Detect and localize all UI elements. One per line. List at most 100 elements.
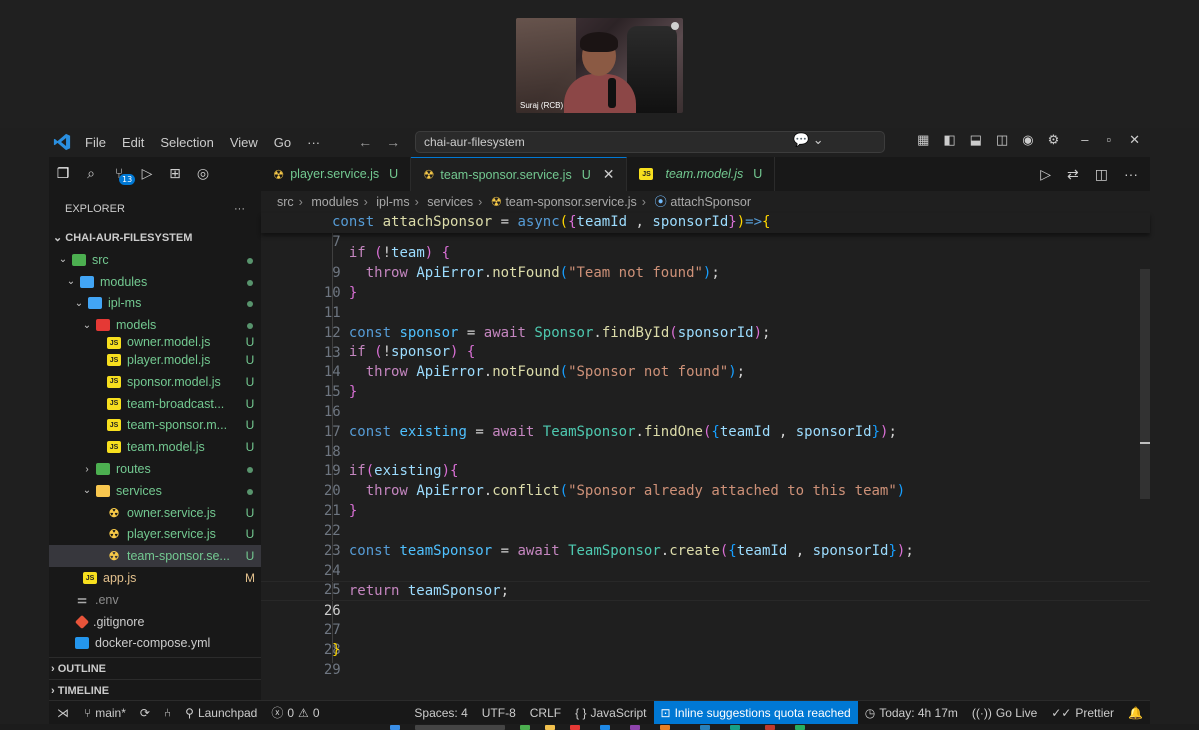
menu-edit[interactable]: Edit: [122, 135, 144, 150]
branch-indicator[interactable]: ⑂ main*: [77, 701, 133, 725]
breadcrumb-item[interactable]: ipl-ms: [376, 195, 409, 209]
taskbar-app-icon[interactable]: [795, 725, 805, 730]
tree-file-env[interactable]: ⚌ .env: [49, 589, 261, 611]
tree-folder-routes[interactable]: › routes: [49, 458, 261, 480]
tree-file-app[interactable]: JS app.js M: [49, 567, 261, 589]
toggle-panel-icon[interactable]: ⬓: [970, 132, 982, 148]
taskbar-app-icon[interactable]: [520, 725, 530, 730]
go-live-button[interactable]: ((·)) Go Live: [965, 701, 1044, 725]
encoding-indicator[interactable]: UTF-8: [475, 701, 523, 725]
menu-view[interactable]: View: [230, 135, 258, 150]
toggle-sidebar-icon[interactable]: ◧: [943, 132, 955, 148]
accounts-icon[interactable]: ◉: [1022, 132, 1033, 148]
code-line: 9 if (!team) {: [261, 244, 1150, 281]
tree-folder-models[interactable]: ⌄ models: [49, 314, 261, 336]
untracked-badge: U: [245, 336, 255, 350]
code-text: }: [348, 384, 358, 400]
tab-label: team-sponsor.service.js: [440, 167, 572, 182]
prettier-button[interactable]: ✓✓ Prettier: [1044, 701, 1121, 725]
launchpad-button[interactable]: ⚲ Launchpad: [178, 701, 264, 725]
remote-indicator-icon[interactable]: ⋊: [49, 701, 77, 725]
explorer-more-actions[interactable]: ···: [234, 191, 245, 227]
git-graph-icon[interactable]: ⑃: [157, 701, 178, 725]
minimize-icon[interactable]: –: [1081, 132, 1088, 148]
code-editor[interactable]: 7 const attachSponsor = async({teamId , …: [261, 213, 1150, 700]
taskbar-app-icon[interactable]: [765, 725, 775, 730]
tree-folder-src[interactable]: ⌄ src: [49, 249, 261, 271]
extensions-icon[interactable]: ⊞: [167, 166, 183, 182]
taskbar-app-icon[interactable]: [630, 725, 640, 730]
menu-file[interactable]: File: [85, 135, 106, 150]
tab-team-sponsor-service[interactable]: ☢ team-sponsor.service.js U ✕: [411, 157, 628, 191]
eol-indicator[interactable]: CRLF: [523, 701, 568, 725]
tree-file-team-model[interactable]: JS team.model.js U: [49, 436, 261, 458]
taskbar-search[interactable]: [415, 725, 505, 730]
notifications-bell-icon[interactable]: 🔔: [1121, 701, 1150, 725]
taskbar-app-icon[interactable]: [570, 725, 580, 730]
tree-file-team-sponsor-model[interactable]: JS team-sponsor.m... U: [49, 415, 261, 437]
taskbar-app-icon[interactable]: [730, 725, 740, 730]
menu-selection[interactable]: Selection: [160, 135, 213, 150]
problems-indicator[interactable]: ⓧ 0 ⚠ 0: [264, 701, 326, 725]
tree-file-gitignore[interactable]: .gitignore: [49, 611, 261, 633]
menu-go[interactable]: Go: [274, 135, 291, 150]
breadcrumb-item[interactable]: services: [427, 195, 473, 209]
sync-icon[interactable]: ⟳: [133, 701, 157, 725]
time-tracker[interactable]: ◷ Today: 4h 17m: [858, 701, 965, 725]
untracked-badge: U: [245, 353, 255, 368]
run-debug-icon[interactable]: ▷: [139, 166, 155, 182]
taskbar-app-icon[interactable]: [600, 725, 610, 730]
language-mode[interactable]: { } JavaScript: [568, 701, 653, 725]
tab-team-model[interactable]: JS team.model.js U: [627, 157, 776, 191]
tree-file-docker-compose[interactable]: docker-compose.yml: [49, 633, 261, 655]
tree-file-owner-model[interactable]: JS owner.model.js U: [49, 336, 261, 350]
service-file-icon: ☢: [273, 167, 285, 182]
breadcrumb-item[interactable]: team-sponsor.service.js: [505, 195, 636, 209]
taskbar-app-icon[interactable]: [545, 725, 555, 730]
tab-player-service[interactable]: ☢ player.service.js U: [261, 157, 412, 191]
git-branch-icon: ⑂: [84, 705, 92, 720]
split-editor-icon[interactable]: ◫: [1095, 166, 1108, 183]
close-window-icon[interactable]: ✕: [1129, 132, 1140, 148]
code-text: throw ApiError.conflict("Sponsor already…: [365, 483, 906, 499]
tree-file-player-service[interactable]: ☢ player.service.js U: [49, 524, 261, 546]
outline-section[interactable]: › OUTLINE: [49, 657, 261, 679]
menu-more[interactable]: ···: [307, 135, 320, 150]
compare-changes-icon[interactable]: ⇄: [1067, 166, 1079, 183]
tree-file-team-broadcast-model[interactable]: JS team-broadcast... U: [49, 393, 261, 415]
taskbar-app-icon[interactable]: [660, 725, 670, 730]
copilot-quota-notice[interactable]: ⊡ Inline suggestions quota reached: [653, 700, 858, 725]
editor-scrollbar[interactable]: [1140, 269, 1150, 499]
start-icon[interactable]: [390, 725, 400, 730]
remote-explorer-icon[interactable]: ◎: [195, 166, 211, 182]
workspace-root-folder[interactable]: ⌄ CHAI-AUR-FILESYSTEM: [49, 227, 261, 249]
back-arrow-icon[interactable]: ←: [358, 134, 372, 150]
search-icon[interactable]: ⌕: [83, 166, 99, 182]
taskbar-app-icon[interactable]: [700, 725, 710, 730]
breadcrumb-item[interactable]: modules: [311, 195, 358, 209]
toggle-secondary-sidebar-icon[interactable]: ◫: [996, 132, 1008, 148]
indentation-indicator[interactable]: Spaces: 4: [407, 701, 474, 725]
tree-file-team-sponsor-service[interactable]: ☢ team-sponsor.se... U: [49, 545, 261, 568]
run-icon[interactable]: ▷: [1040, 166, 1051, 183]
tree-folder-modules[interactable]: ⌄ modules: [49, 271, 261, 293]
breadcrumb-item[interactable]: src: [277, 195, 294, 209]
more-actions-icon[interactable]: ···: [1124, 166, 1138, 182]
settings-gear-icon[interactable]: ⚙: [1048, 132, 1060, 148]
explorer-files-icon[interactable]: ❐: [55, 166, 71, 182]
tree-file-player-model[interactable]: JS player.model.js U: [49, 349, 261, 371]
copilot-chat-icon[interactable]: 💬 ⌄: [793, 132, 824, 148]
maximize-icon[interactable]: ▫: [1106, 132, 1111, 148]
webcam-options-icon[interactable]: [671, 22, 679, 30]
source-control-icon[interactable]: ⑂ 13: [111, 166, 136, 185]
tree-folder-services[interactable]: ⌄ services: [49, 480, 261, 502]
timeline-section[interactable]: › TIMELINE: [49, 679, 261, 701]
breadcrumb-item[interactable]: attachSponsor: [670, 195, 751, 209]
close-tab-icon[interactable]: ✕: [603, 166, 615, 183]
customize-layout-icon[interactable]: ▦: [917, 132, 929, 148]
tree-file-owner-service[interactable]: ☢ owner.service.js U: [49, 502, 261, 524]
tree-folder-ipl-ms[interactable]: ⌄ ipl-ms: [49, 293, 261, 315]
tree-file-sponsor-model[interactable]: JS sponsor.model.js U: [49, 371, 261, 393]
folder-src-icon: [72, 253, 86, 266]
forward-arrow-icon[interactable]: →: [386, 134, 400, 150]
